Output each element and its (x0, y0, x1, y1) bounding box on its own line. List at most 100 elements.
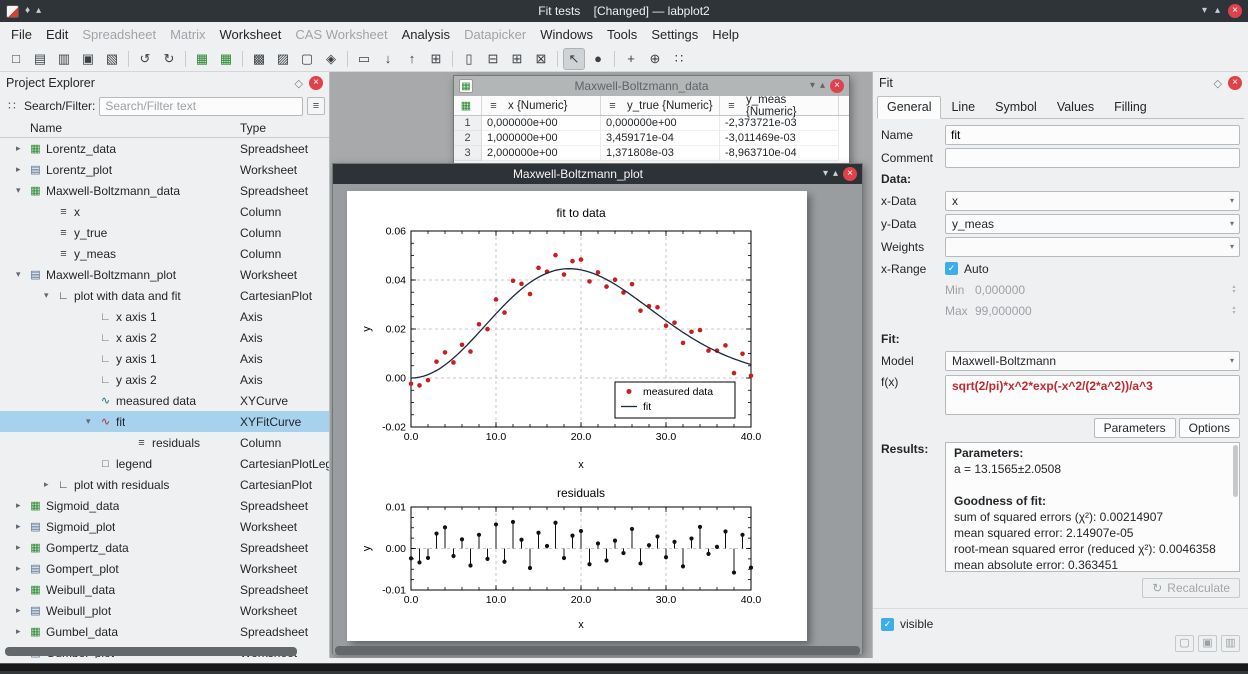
column-header-y-meas[interactable]: y_meas {Numeric} (720, 96, 839, 115)
tree-row-fit[interactable]: fitXYFitCurve (0, 411, 329, 432)
options-button[interactable]: Options (1179, 418, 1240, 438)
tree-row-weibull-plot[interactable]: Weibull_plotWorksheet (0, 600, 329, 621)
tab-general[interactable]: General (877, 96, 941, 119)
search-options-icon[interactable]: ∷ (4, 99, 20, 113)
tab-line[interactable]: Line (941, 96, 985, 119)
column-header-x[interactable]: x {Numeric} (482, 96, 601, 115)
results-scrollbar[interactable] (1233, 445, 1238, 497)
menu-analysis[interactable]: Analysis (395, 24, 457, 45)
search-filter-input[interactable] (99, 97, 303, 116)
maximize-icon[interactable]: ▴ (1215, 6, 1220, 16)
tree-row-y-meas-column[interactable]: y_measColumn (0, 243, 329, 264)
collapse-icon[interactable] (16, 269, 28, 280)
collapse-icon[interactable] (86, 416, 98, 427)
magnification-button[interactable]: ∷ (668, 48, 690, 70)
window-shade-icon[interactable] (810, 81, 815, 91)
tree-row-sigmoid-data[interactable]: Sigmoid_dataSpreadsheet (0, 495, 329, 516)
x-data-combobox[interactable]: x (945, 191, 1240, 211)
expand-icon[interactable] (44, 479, 56, 490)
cell[interactable]: 0,000000e+00 (482, 116, 601, 131)
menu-tools[interactable]: Tools (600, 24, 644, 45)
window-close-button[interactable]: × (843, 167, 857, 181)
expand-icon[interactable] (16, 542, 28, 553)
column-header-y-true[interactable]: y_true {Numeric} (601, 96, 720, 115)
close-dock-button[interactable]: × (1228, 76, 1242, 90)
select-all-corner[interactable] (454, 96, 482, 115)
fit-name-input[interactable] (945, 125, 1240, 145)
menu-file[interactable]: File (4, 24, 39, 45)
mdi-horizontal-scrollbar[interactable] (335, 646, 860, 655)
window-close-button[interactable]: × (830, 79, 844, 93)
spreadsheet-row[interactable]: 1 0,000000e+00 0,000000e+00 -2,373721e-0… (454, 116, 849, 131)
worksheet-window[interactable]: Maxwell-Boltzmann_plot × 0.010.020.030.0… (332, 163, 863, 654)
select-mode-button[interactable]: ↖ (563, 48, 585, 70)
tab-values[interactable]: Values (1047, 96, 1104, 119)
visible-checkbox[interactable] (881, 618, 894, 631)
tree-row-gompertz-data[interactable]: Gompertz_dataSpreadsheet (0, 537, 329, 558)
cell[interactable]: 0,000000e+00 (601, 116, 720, 131)
range-max-spinbox[interactable]: 99,000000 (975, 304, 1228, 318)
comment-input[interactable] (945, 148, 1240, 168)
expand-icon[interactable] (16, 626, 28, 637)
menu-worksheet[interactable]: Worksheet (212, 24, 288, 45)
worksheet-canvas[interactable]: 0.010.020.030.040.0-0.020.000.020.040.06… (347, 191, 807, 641)
cell[interactable]: -2,373721e-03 (720, 116, 839, 131)
save-config-icon[interactable]: ▣ (1198, 635, 1217, 652)
export-data-button[interactable]: ↑ (401, 48, 423, 70)
tab-filling[interactable]: Filling (1104, 96, 1157, 119)
tree-row-maxwell-data[interactable]: Maxwell-Boltzmann_dataSpreadsheet (0, 180, 329, 201)
tree-row-gumbel-data[interactable]: Gumbel_dataSpreadsheet (0, 621, 329, 642)
name-column-header[interactable]: Name (30, 121, 62, 135)
window-titlebar[interactable]: ♦ ▴ Fit tests [Changed] — labplot2 ▾ ▴ × (0, 0, 1248, 22)
redo-button[interactable]: ↻ (158, 48, 180, 70)
keep-above-icon[interactable]: ▴ (36, 6, 41, 16)
new-spreadsheet-button[interactable]: ▦ (215, 48, 237, 70)
save-config-as-icon[interactable]: ▥ (1221, 635, 1240, 652)
expand-icon[interactable] (16, 605, 28, 616)
window-maximize-icon[interactable] (820, 81, 825, 91)
float-dock-icon[interactable] (1214, 76, 1222, 90)
cell[interactable]: 1,000000e+00 (482, 131, 601, 146)
collapse-icon[interactable] (44, 290, 56, 301)
y-data-combobox[interactable]: y_meas (945, 214, 1240, 234)
view-single-button[interactable]: ▯ (458, 48, 480, 70)
tree-row-residuals[interactable]: residualsColumn (0, 432, 329, 453)
cell[interactable]: 1,371808e-03 (601, 146, 720, 161)
range-min-spinbox[interactable]: 0,000000 (975, 283, 1228, 297)
new-folder-button[interactable]: ▭ (353, 48, 375, 70)
expand-icon[interactable] (16, 584, 28, 595)
window-shade-icon[interactable] (823, 169, 828, 179)
filter-options-button[interactable]: ≡ (307, 97, 325, 115)
menu-settings[interactable]: Settings (644, 24, 705, 45)
tree-row-y-axis-2[interactable]: y axis 2Axis (0, 369, 329, 390)
explorer-horizontal-scrollbar[interactable] (5, 647, 297, 656)
navigate-mode-button[interactable]: ● (587, 48, 609, 70)
view-split-vertical-button[interactable]: ⊞ (506, 48, 528, 70)
expand-icon[interactable] (16, 500, 28, 511)
spinner-arrows-icon[interactable]: ▴▾ (1228, 306, 1240, 316)
tree-row-plot-data-fit[interactable]: plot with data and fitCartesianPlot (0, 285, 329, 306)
float-dock-icon[interactable] (295, 76, 303, 90)
window-maximize-icon[interactable] (833, 169, 838, 179)
menu-edit[interactable]: Edit (39, 24, 75, 45)
menu-windows[interactable]: Windows (533, 24, 600, 45)
type-column-header[interactable]: Type (240, 121, 266, 135)
zoom-mode-button[interactable]: ⊕ (644, 48, 666, 70)
collapse-icon[interactable] (16, 185, 28, 196)
recalculate-button[interactable]: ↻Recalculate (1142, 578, 1240, 598)
document-new-button[interactable]: □ (5, 48, 27, 70)
tree-row-plot-residuals[interactable]: plot with residualsCartesianPlot (0, 474, 329, 495)
document-save-button[interactable]: ▥ (53, 48, 75, 70)
shade-icon[interactable]: ▾ (1202, 6, 1207, 16)
fit-results-box[interactable]: Parameters: a = 13.1565±2.0508 Goodness … (945, 442, 1240, 572)
expand-icon[interactable] (16, 563, 28, 574)
tree-row-y-axis-1[interactable]: y axis 1Axis (0, 348, 329, 369)
tab-symbol[interactable]: Symbol (985, 96, 1047, 119)
spinner-arrows-icon[interactable]: ▴▾ (1228, 285, 1240, 295)
cell[interactable]: -3,011469e-03 (720, 131, 839, 146)
pin-icon[interactable]: ♦ (25, 6, 30, 16)
new-workbook-button[interactable]: ▦ (191, 48, 213, 70)
tree-row-lorentz-data[interactable]: Lorentz_dataSpreadsheet (0, 138, 329, 159)
tree-row-x-column[interactable]: xColumn (0, 201, 329, 222)
tree-row-legend[interactable]: legendCartesianPlotLegend (0, 453, 329, 474)
